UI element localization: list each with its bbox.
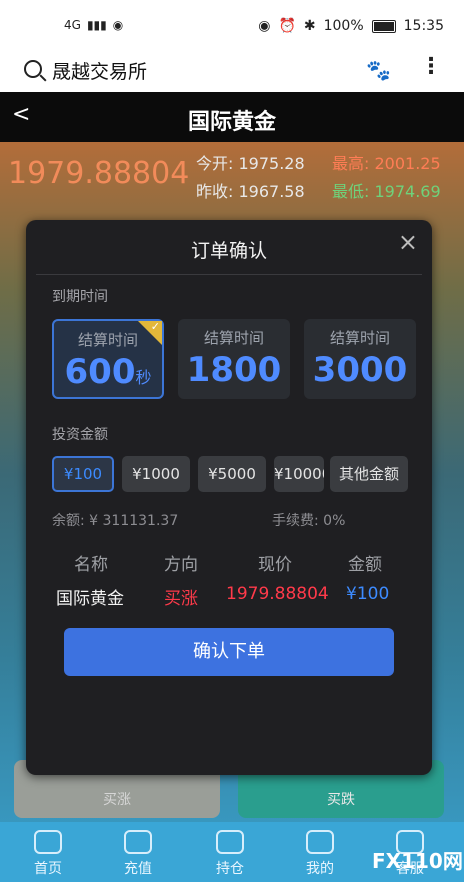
time-option-label: 结算时间 xyxy=(203,329,264,347)
app-header: < 国际黄金 xyxy=(0,92,464,142)
user-icon xyxy=(306,830,334,854)
amount-label: 投资金额 xyxy=(52,427,108,443)
signal-icon: 4G ▮▮▮ ◉ xyxy=(64,18,124,32)
header-direction: 方向 xyxy=(164,555,198,575)
alarm-icon: ⏰ xyxy=(278,18,296,34)
fee-text: 手续费: 0% xyxy=(272,513,346,529)
time-option-value: 1800 xyxy=(186,350,282,390)
time-option-3000[interactable]: 结算时间 3000 xyxy=(304,319,416,399)
confirm-order-button[interactable]: 确认下单 xyxy=(64,628,394,676)
time-option-value: 600 xyxy=(64,352,136,392)
amount-option-5000[interactable]: ¥5000 xyxy=(198,456,266,492)
clock: 15:35 xyxy=(403,18,444,34)
expiry-label: 到期时间 xyxy=(52,289,108,305)
order-name: 国际黄金 xyxy=(56,589,124,609)
high-price: 最高: 2001.25 xyxy=(332,154,441,173)
amount-option-100[interactable]: ¥100 xyxy=(52,456,114,492)
nav-positions[interactable]: 持仓 xyxy=(200,830,260,878)
divider xyxy=(36,274,422,275)
amount-option-other[interactable]: 其他金额 xyxy=(330,456,408,492)
time-option-label: 结算时间 xyxy=(329,329,390,347)
balance-text: 余额: ¥ 311131.37 xyxy=(52,513,179,529)
chart-icon xyxy=(216,830,244,854)
amount-option-10000[interactable]: ¥10000 xyxy=(274,456,324,492)
status-right: ◉ ⏰ ✱ 100% 15:35 xyxy=(258,18,444,34)
money-bag-icon xyxy=(124,830,152,854)
close-icon[interactable]: × xyxy=(398,228,418,256)
header-price: 现价 xyxy=(258,555,292,575)
check-icon: ✓ xyxy=(150,320,160,333)
battery-percent: 100% xyxy=(323,18,364,34)
status-bar: 4G ▮▮▮ ◉ ◉ ⏰ ✱ 100% 15:35 xyxy=(0,0,464,52)
time-option-value: 3000 xyxy=(312,350,408,390)
quote-panel: 1979.88804 今开: 1975.28 昨收: 1967.58 最高: 2… xyxy=(0,142,464,202)
home-icon xyxy=(34,830,62,854)
nav-deposit[interactable]: 充值 xyxy=(108,830,168,878)
time-option-1800[interactable]: 结算时间 1800 xyxy=(178,319,290,399)
baidu-paw-icon[interactable]: 🐾 xyxy=(366,58,391,82)
search-icon[interactable] xyxy=(24,60,42,78)
time-option-600[interactable]: 结算时间 600秒 ✓ xyxy=(52,319,164,399)
header-amount: 金额 xyxy=(348,555,382,575)
open-price: 今开: 1975.28 xyxy=(196,154,305,173)
eye-icon: ◉ xyxy=(258,18,271,34)
nav-home[interactable]: 首页 xyxy=(18,830,78,878)
header-name: 名称 xyxy=(74,555,108,575)
battery-icon xyxy=(371,19,396,33)
watermark-logo: FX110网 xyxy=(372,849,463,873)
browser-title[interactable]: 晟越交易所 xyxy=(52,57,147,84)
modal-title: 订单确认 xyxy=(190,240,267,262)
order-confirm-modal: 订单确认 × 到期时间 结算时间 600秒 ✓ 结算时间 1800 结算时间 3… xyxy=(26,220,432,775)
browser-bar: 晟越交易所 🐾 ⋮ xyxy=(0,52,464,92)
nav-mine[interactable]: 我的 xyxy=(290,830,350,878)
order-direction: 买涨 xyxy=(164,589,198,609)
bluetooth-icon: ✱ xyxy=(303,18,316,34)
low-price: 最低: 1974.69 xyxy=(332,182,441,201)
time-unit: 秒 xyxy=(135,368,152,387)
order-price: 1979.88804 xyxy=(226,584,329,604)
current-price: 1979.88804 xyxy=(8,156,190,191)
amount-option-1000[interactable]: ¥1000 xyxy=(122,456,190,492)
prev-close: 昨收: 1967.58 xyxy=(196,182,305,201)
order-amount: ¥100 xyxy=(346,584,390,604)
page-title: 国际黄金 xyxy=(187,110,276,135)
more-menu-icon[interactable]: ⋮ xyxy=(420,54,442,79)
